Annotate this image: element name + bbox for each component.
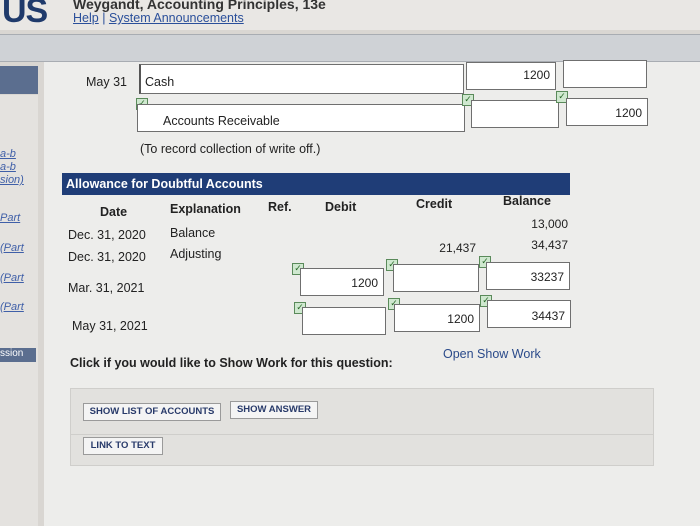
row3-balance: 33237 xyxy=(530,270,564,284)
row4-debit-field[interactable] xyxy=(302,307,386,335)
show-work-prompt: Click if you would like to Show Work for… xyxy=(70,356,393,370)
system-announcements-link[interactable]: System Announcements xyxy=(109,11,244,25)
col-ref-header: Ref. xyxy=(268,200,292,214)
open-show-work-link[interactable]: Open Show Work xyxy=(443,347,541,361)
header-nav: Help | System Announcements xyxy=(73,11,244,25)
row4-credit: 1200 xyxy=(447,312,474,326)
row2-date: Dec. 31, 2020 xyxy=(68,250,146,264)
debit-amount-field-empty[interactable] xyxy=(471,100,559,128)
show-list-of-accounts-button[interactable]: SHOW LIST OF ACCOUNTS xyxy=(83,403,221,421)
col-date-header: Date xyxy=(100,205,128,219)
sidebar-link[interactable]: (Part xyxy=(0,242,24,254)
row1-balance: 13,000 xyxy=(531,217,568,231)
sidebar-link[interactable]: a-b xyxy=(0,161,16,173)
col-explanation-header: Explanation xyxy=(170,202,241,216)
credit-account-value: Accounts Receivable xyxy=(163,114,280,128)
debit-account-field[interactable] xyxy=(139,64,464,94)
row2-credit: 21,437 xyxy=(439,241,476,255)
row3-credit-field[interactable] xyxy=(393,264,479,292)
nav-separator: | xyxy=(102,11,106,25)
journal-date: May 31 xyxy=(86,75,127,89)
debit-account-value: Cash xyxy=(145,75,175,89)
sidebar-link[interactable]: sion) xyxy=(0,174,24,186)
row3-date: Mar. 31, 2021 xyxy=(68,281,145,295)
sidebar-link[interactable]: (Part xyxy=(0,272,24,284)
row4-date: May 31, 2021 xyxy=(72,319,148,333)
ledger-title: Allowance for Doubtful Accounts xyxy=(66,177,263,191)
show-answer-button[interactable]: SHOW ANSWER xyxy=(230,401,318,419)
debit-amount-value: 1200 xyxy=(523,68,550,82)
link-to-text-button[interactable]: LINK TO TEXT xyxy=(83,437,163,455)
row2-explanation: Adjusting xyxy=(170,247,222,261)
row1-date: Dec. 31, 2020 xyxy=(68,228,146,242)
row3-debit: 1200 xyxy=(351,276,378,290)
col-debit-header: Debit xyxy=(325,200,357,214)
session-tab[interactable]: ssion xyxy=(0,348,36,362)
help-link[interactable]: Help xyxy=(73,11,99,25)
sidebar-link[interactable]: (Part xyxy=(0,301,24,313)
app-header: US Weygandt, Accounting Principles, 13e … xyxy=(0,0,700,30)
row1-explanation: Balance xyxy=(170,226,216,240)
credit-amount-value: 1200 xyxy=(615,106,642,120)
toolbar-strip xyxy=(0,34,700,62)
sidebar-link[interactable]: a-b xyxy=(0,148,16,160)
ledger-title-bar: Allowance for Doubtful Accounts xyxy=(62,173,570,195)
sidebar-tab[interactable] xyxy=(0,66,38,94)
row2-balance: 34,437 xyxy=(531,238,568,252)
credit-amount-field-empty[interactable] xyxy=(563,60,647,88)
row4-balance: 34437 xyxy=(531,309,565,323)
col-credit-header: Credit xyxy=(416,197,453,211)
sidebar-link[interactable]: Part xyxy=(0,212,20,224)
col-balance-header: Balance xyxy=(503,194,551,208)
journal-explanation: (To record collection of write off.) xyxy=(140,142,321,156)
wileyplus-logo: US xyxy=(2,0,48,30)
